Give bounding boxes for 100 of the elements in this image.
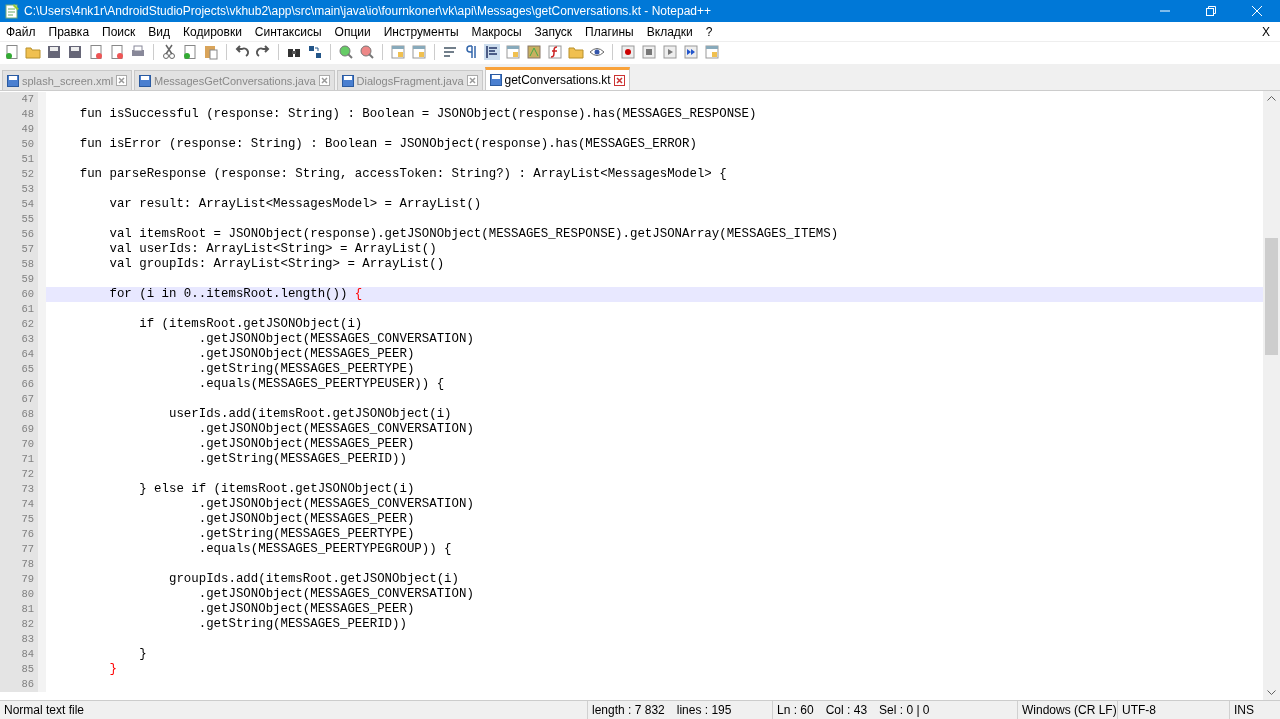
floppy-icon [489,74,502,86]
notepad-icon [4,3,20,19]
code-line: .getJSONObject(MESSAGES_PEER) [197,512,416,527]
scroll-down-icon[interactable] [1267,690,1276,695]
folder-workspace-icon[interactable] [568,44,584,60]
selection-label: Sel : 0 | 0 [879,703,930,717]
show-symbols-icon[interactable] [463,44,479,60]
line-position-label: Ln : 60 [777,703,814,717]
code-line: userIds.add(itemsRoot.getJSONObject(i) [167,407,453,422]
open-file-icon[interactable] [25,44,41,60]
code-line: if (itemsRoot.getJSONObject(i) [138,317,364,332]
code-line: .getJSONObject(MESSAGES_PEER) [197,347,416,362]
close-tab-icon[interactable] [116,75,128,86]
menu-item[interactable]: Плагины [585,24,634,39]
line-number: 76 [0,527,46,542]
function-list-icon[interactable] [547,44,563,60]
close-tab-icon[interactable] [613,74,625,86]
menu-item[interactable]: Макросы [471,24,522,39]
line-number: 65 [0,362,46,377]
lines-count-label: lines : 195 [676,703,732,717]
code-line: } else if (itemsRoot.getJSONObject(i) [138,482,416,497]
line-number: 64 [0,347,46,362]
close-file-icon[interactable] [88,44,104,60]
line-number: 82 [0,617,46,632]
save-icon[interactable] [46,44,62,60]
line-number: 62 [0,317,46,332]
file-tab[interactable]: getConversations.kt [484,67,630,90]
line-number: 60 [0,287,46,302]
close-document-button[interactable]: X [1262,24,1270,39]
close-all-icon[interactable] [109,44,125,60]
code-line: .equals(MESSAGES_PEERTYPEGROUP)) { [197,542,453,557]
code-line: val groupIds: ArrayList<String> = ArrayList() [108,257,446,272]
redo-icon[interactable] [255,44,271,60]
floppy-icon [7,74,19,87]
code-line: .getJSONObject(MESSAGES_CONVERSATION) [197,587,475,602]
scroll-up-icon[interactable] [1267,96,1276,101]
scrollbar-thumb[interactable] [1265,238,1278,355]
floppy-icon [341,74,354,87]
line-number: 77 [0,542,46,557]
new-file-icon[interactable] [4,44,20,60]
line-number: 84 [0,647,46,662]
code-line: .getJSONObject(MESSAGES_PEER) [197,437,416,452]
menu-item[interactable]: Файл [6,24,36,39]
zoom-in-icon[interactable] [338,44,354,60]
line-number: 69 [0,422,46,437]
menu-item[interactable]: Вкладки [646,24,693,39]
menu-item[interactable]: Кодировки [183,24,242,39]
code-line: } [138,647,148,662]
code-line: val itemsRoot = JSONObject(response).getJSONObject(MESSAGES_RESPONSE).getJSONArray(MESSAGES_ITEMS) [108,227,840,242]
line-number: 72 [0,467,46,482]
close-tab-icon[interactable] [318,75,330,86]
indent-guide-icon[interactable] [484,44,500,60]
line-number: 81 [0,602,46,617]
line-number: 86 [0,677,46,692]
code-line: .getString(MESSAGES_PEERID)) [197,452,408,467]
line-number: 58 [0,257,46,272]
restore-icon [1206,6,1216,16]
code-line: .getJSONObject(MESSAGES_PEER) [197,602,416,617]
play-macro-icon[interactable] [662,44,678,60]
menu-item[interactable]: ? [705,24,713,39]
code-line: val userIds: ArrayList<String> = ArrayList() [108,242,438,257]
line-number: 52 [0,167,46,182]
menu-item[interactable]: Правка [48,24,90,39]
code-line: .getString(MESSAGES_PEERID)) [197,617,408,632]
word-wrap-icon[interactable] [442,44,458,60]
line-number: 66 [0,377,46,392]
code-line: groupIds.add(itemsRoot.getJSONObject(i) [167,572,460,587]
line-number: 49 [0,122,46,137]
map-icon[interactable] [526,44,542,60]
code-line: } [108,662,118,677]
close-tab-icon[interactable] [466,75,478,86]
menu-item[interactable]: Поиск [102,24,136,39]
undo-icon[interactable] [234,44,250,60]
menu-item[interactable]: Синтаксисы [254,24,322,39]
run-macro-icon[interactable] [683,44,699,60]
stop-macro-icon[interactable] [641,44,657,60]
vertical-scrollbar[interactable] [1263,91,1280,700]
encoding-label: UTF-8 [1118,701,1230,719]
line-number: 71 [0,452,46,467]
line-number: 47 [0,92,46,107]
cut-icon[interactable] [161,44,177,60]
menu-item[interactable]: Запуск [534,24,573,39]
line-ending-label: Windows (CR LF) [1018,701,1118,719]
line-number: 68 [0,407,46,422]
length-label: length : 7 832 [592,703,665,717]
file-type-label: Normal text file [0,701,588,719]
menu-item[interactable]: Опции [334,24,371,39]
line-number: 80 [0,587,46,602]
zoom-out-icon[interactable] [359,44,375,60]
menu-item[interactable]: Инструменты [383,24,459,39]
close-icon [1252,6,1262,16]
code-line: .getJSONObject(MESSAGES_CONVERSATION) [197,422,475,437]
menu-item[interactable]: Вид [148,24,171,39]
record-macro-icon[interactable] [620,44,636,60]
line-number: 57 [0,242,46,257]
line-number: 79 [0,572,46,587]
replace-icon[interactable] [307,44,323,60]
code-line: .getString(MESSAGES_PEERTYPE) [197,527,416,542]
paste-icon[interactable] [203,44,219,60]
save-all-icon[interactable] [67,44,83,60]
